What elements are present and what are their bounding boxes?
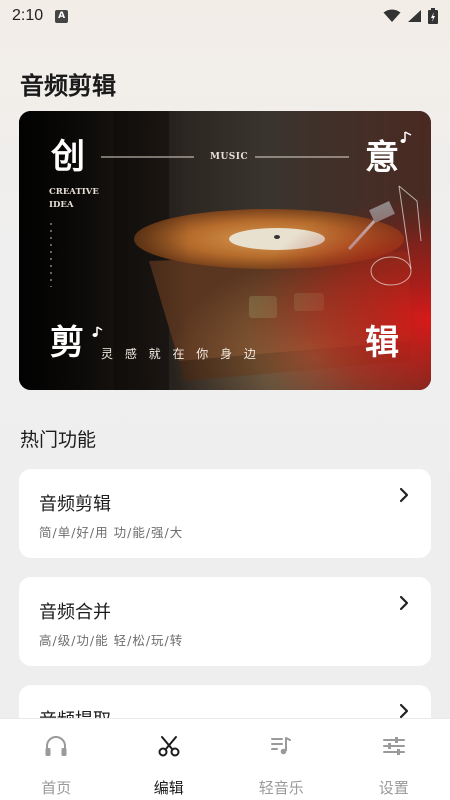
nav-item-light-music[interactable]: 轻音乐 — [225, 719, 338, 800]
music-list-icon — [271, 737, 292, 755]
nav-item-home[interactable]: 首页 — [0, 719, 113, 800]
banner-slogan: 灵 感 就 在 你 身 边 — [101, 347, 260, 361]
feature-card-audio-merge[interactable]: 音频合并 高/级/功/能 轻/松/玩/转 — [19, 577, 431, 666]
card-title: 音频合并 — [39, 602, 111, 623]
battery-icon — [428, 8, 438, 24]
feature-card-audio-cut[interactable]: 音频剪辑 简/单/好/用 功/能/强/大 — [19, 469, 431, 558]
section-title: 热门功能 — [20, 429, 97, 451]
banner-char-ji: 辑 — [365, 323, 399, 363]
nav-item-edit[interactable]: 编辑 — [113, 719, 226, 800]
headphones-icon — [45, 736, 67, 756]
card-subtitle: 高/级/功/能 轻/松/玩/转 — [39, 633, 184, 648]
nav-label: 首页 — [41, 779, 72, 797]
status-time: 2:10 — [12, 7, 44, 24]
status-bar: 2:10 A — [0, 0, 450, 32]
banner-char-yi: 意 — [365, 138, 399, 178]
nav-label: 设置 — [378, 779, 409, 797]
bottom-nav: 首页 编辑 轻音乐 设置 — [0, 718, 450, 800]
status-icons — [383, 8, 438, 24]
wifi-icon — [383, 9, 401, 22]
sliders-icon — [382, 737, 405, 755]
notification-icon: A — [55, 9, 69, 23]
creative-banner[interactable]: 创 意 剪 辑 MUSIC CREATIVE IDEA 灵 感 就 在 你 身 … — [19, 111, 431, 390]
chevron-right-icon — [399, 595, 409, 611]
banner-idea-label: IDEA — [49, 200, 74, 210]
page-title: 音频剪辑 — [20, 72, 116, 100]
banner-creative-label: CREATIVE — [49, 187, 99, 197]
banner-char-chuang: 创 — [51, 137, 85, 177]
chevron-right-icon — [399, 487, 409, 503]
banner-music-label: MUSIC — [210, 152, 249, 162]
scissors-icon — [158, 736, 180, 757]
nav-label: 编辑 — [153, 779, 184, 797]
card-title: 音频剪辑 — [39, 494, 111, 515]
card-subtitle: 简/单/好/用 功/能/强/大 — [39, 525, 184, 540]
nav-item-settings[interactable]: 设置 — [338, 719, 450, 800]
nav-label: 轻音乐 — [258, 779, 304, 797]
banner-char-jian: 剪 — [50, 323, 84, 363]
signal-icon — [408, 10, 421, 22]
chevron-right-icon — [399, 703, 409, 719]
